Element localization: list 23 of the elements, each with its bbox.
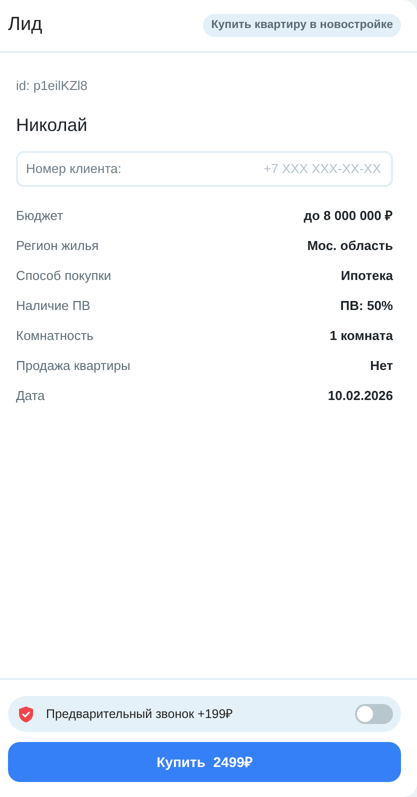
client-name: Николай — [16, 114, 88, 136]
detail-label: Способ покупки — [16, 266, 112, 285]
detail-value: Ипотека — [340, 266, 393, 285]
detail-value: Мос. область — [307, 236, 393, 255]
detail-label: Дата — [16, 386, 45, 405]
detail-value: 10.02.2026 — [328, 386, 393, 405]
header-title: Лид — [8, 13, 42, 38]
detail-value: до 8 000 000 ₽ — [304, 206, 393, 225]
detail-label: Наличие ПВ — [16, 296, 90, 315]
precall-toggle[interactable] — [355, 704, 393, 724]
shield-check-icon — [18, 706, 34, 722]
category-tag: Купить квартиру в новостройке — [203, 14, 401, 38]
detail-label: Бюджет — [16, 206, 64, 225]
detail-label: Регион жилья — [16, 236, 99, 255]
detail-value: Нет — [370, 356, 393, 375]
detail-label: Комнатность — [16, 326, 94, 345]
detail-label: Продажа квартиры — [16, 356, 130, 375]
phone-field[interactable]: Номер клиента: +7 XXX XXX-XX-XX — [16, 150, 393, 186]
detail-value: 1 комната — [330, 326, 393, 345]
lead-id: id: p1eilKZl8 — [16, 77, 89, 95]
detail-value: ПВ: 50% — [340, 296, 393, 315]
buy-button[interactable]: Купить 2499₽ — [8, 742, 401, 782]
precall-label: Предварительный звонок +199₽ — [46, 706, 233, 723]
